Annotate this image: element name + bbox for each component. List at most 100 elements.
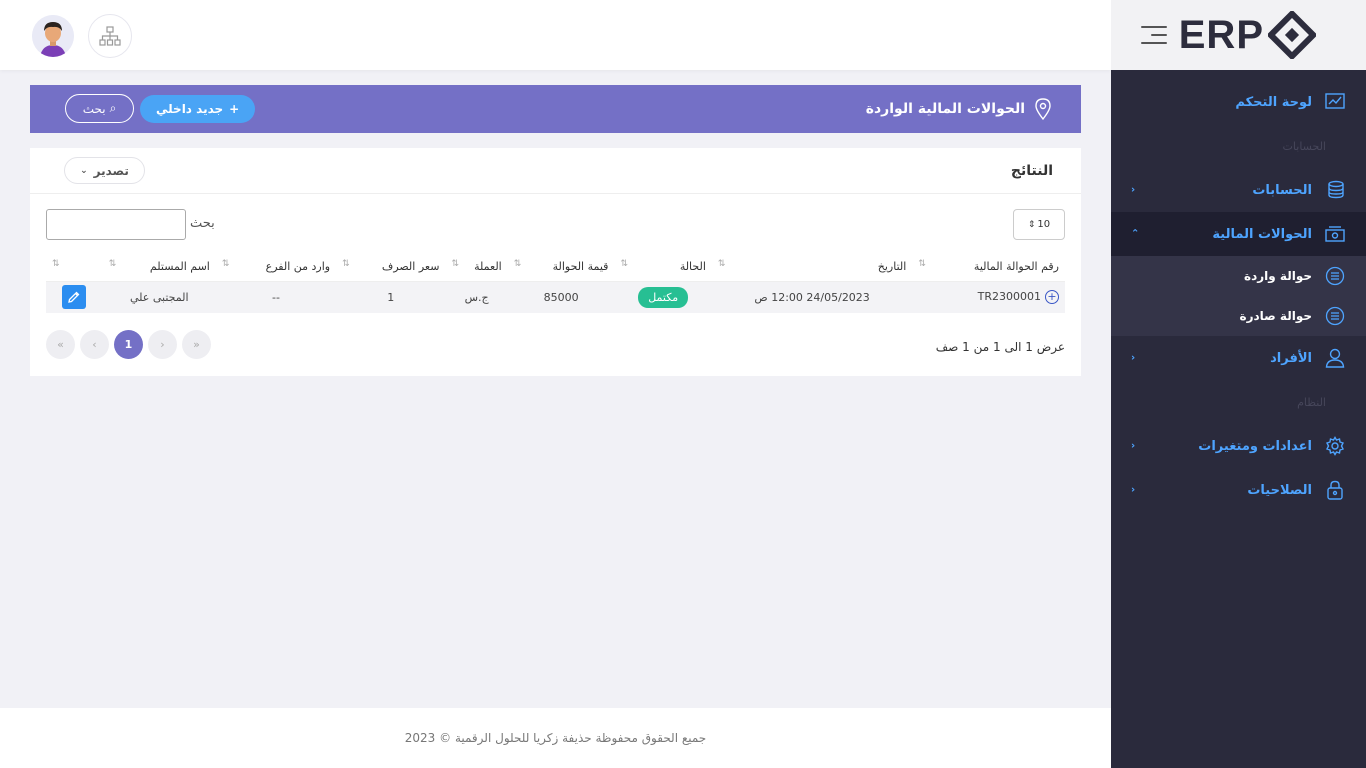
col-id[interactable]: رقم الحوالة المالية ⇅ [912,253,1065,282]
menu-toggle-icon[interactable] [1139,26,1167,46]
user-avatar[interactable] [32,15,74,57]
pagination: « ‹ 1 › » [46,330,211,359]
sort-icon: ⇅ [717,259,726,269]
org-chart-button[interactable] [88,14,132,58]
cell-receiver: المجتبى علي [102,281,216,313]
page-size-select[interactable]: ⇕ 10 [1013,209,1065,240]
gear-icon [1324,435,1346,457]
sidebar-subitem-outgoing[interactable]: حوالة صادرة [1111,296,1366,336]
sidebar-item-label: الأفراد [1270,350,1312,366]
sidebar-subitem-label: حوالة صادرة [1239,309,1313,323]
cell-id: +TR2300001 [912,281,1065,313]
edit-button[interactable] [62,285,87,310]
sort-icon: ⇅ [918,259,926,269]
cell-rate: 1 [336,281,446,313]
sidebar-item-label: الصلاحيات [1247,482,1312,498]
card-title: النتائج [1010,162,1053,179]
sidebar-item-transfers[interactable]: الحوالات المالية ⌃ [1111,212,1366,256]
sort-icon: ⇅ [451,259,459,269]
chart-icon [1324,91,1346,113]
table-search-input[interactable] [46,209,186,240]
brand-bar: ERP [1111,0,1366,70]
col-date[interactable]: التاريخ ⇅ [711,253,913,282]
cell-amount: 85000 [507,281,615,313]
col-actions[interactable]: ⇅ [46,253,103,282]
col-branch[interactable]: وارد من الفرع ⇅ [215,253,337,282]
section-system: النظام [1297,395,1326,409]
page-header: الحوالات المالية الواردة + جديد داخلي ⌕ … [30,85,1081,133]
top-header [0,0,1111,70]
page-size-value: 10 [1037,219,1051,230]
page-title: الحوالات المالية الواردة [865,101,1025,117]
new-internal-button[interactable]: + جديد داخلي [140,95,256,123]
sidebar-item-dashboard[interactable]: لوحة التحكم [1111,80,1366,124]
search-button-label: بحث [82,101,106,116]
col-status[interactable]: الحالة ⇅ [614,253,712,282]
sort-icon: ⇅ [52,259,60,269]
sitemap-icon [99,26,121,46]
export-button[interactable]: تصدير ⌄ [64,157,145,184]
sort-arrows-icon: ⇕ [1027,219,1036,230]
coins-icon [1324,179,1346,201]
chevron-down-icon: ⌄ [80,165,88,176]
sidebar-subitem-label: حوالة واردة [1244,269,1312,283]
next-page-button[interactable]: ‹ [80,330,109,359]
table-header-row: رقم الحوالة المالية ⇅ التاريخ ⇅ الحالة ⇅ قي… [46,253,1065,282]
prev-page-button[interactable]: › [148,330,177,359]
sort-icon: ⇅ [513,259,522,269]
sidebar-item-individuals[interactable]: الأفراد ‹ [1111,336,1366,380]
cell-date: 24/05/2023 12:00 ص [711,281,913,313]
sidebar-nav: لوحة التحكم الحسابات الحسابات ‹ الحوالات… [1111,70,1366,512]
new-button-label: جديد داخلي [156,102,224,116]
col-currency[interactable]: العملة ⇅ [445,253,508,282]
table-search-label: بحث [190,216,215,231]
section-accounts: الحسابات [1282,139,1326,153]
sidebar-item-permissions[interactable]: الصلاحيات ‹ [1111,468,1366,512]
expand-row-icon[interactable]: + [1045,290,1059,305]
sidebar-item-accounts[interactable]: الحسابات ‹ [1111,168,1366,212]
chevron-up-icon: ⌃ [1131,228,1140,240]
sidebar-item-label: لوحة التحكم [1235,94,1312,110]
user-icon [1324,347,1346,369]
money-icon [1324,223,1346,245]
col-amount[interactable]: قيمة الحوالة ⇅ [507,253,615,282]
footer: جميع الحقوق محفوظة حذيفة زكريا للحلول ال… [0,708,1111,768]
brand-name: ERP [1178,12,1264,57]
chevron-left-icon: ‹ [1131,440,1136,452]
table-row: +TR2300001 24/05/2023 12:00 ص مكتمل 8500… [46,281,1065,313]
sort-icon: ⇅ [620,259,628,269]
last-page-button[interactable]: « [46,330,75,359]
page-button[interactable]: 1 [114,330,143,359]
chevron-left-icon: ‹ [1131,484,1136,496]
sort-icon: ⇅ [221,259,230,269]
chevron-left-icon: ‹ [1131,352,1136,364]
table-info: عرض 1 الى 1 من 1 صف [935,340,1065,354]
col-rate[interactable]: سعر الصرف ⇅ [336,253,446,282]
export-label: تصدير [93,163,129,178]
brand-logo-icon [1266,9,1318,61]
transfers-table: رقم الحوالة المالية ⇅ التاريخ ⇅ الحالة ⇅ قي… [46,253,1065,313]
sidebar-subitem-incoming[interactable]: حوالة واردة [1111,256,1366,296]
copyright-text: جميع الحقوق محفوظة حذيفة زكريا للحلول ال… [404,731,707,745]
edit-icon [68,291,80,304]
plus-icon: + [229,102,240,116]
transfers-submenu: حوالة واردة حوالة صادرة [1111,256,1366,336]
col-receiver[interactable]: اسم المستلم ⇅ [102,253,216,282]
search-button[interactable]: ⌕ بحث [65,94,134,123]
cell-status: مكتمل [614,281,712,313]
cell-actions [46,281,103,313]
sidebar-item-settings[interactable]: اعدادات ومتغيرات ‹ [1111,424,1366,468]
sidebar: ERP لوحة التحكم الحسابات الحسابات ‹ الحو… [1111,0,1366,768]
results-card: النتائج تصدير ⌄ ⇕ 10 بحث رقم الحوالة الم… [30,148,1081,376]
first-page-button[interactable]: » [182,330,211,359]
status-badge: مكتمل [638,286,689,308]
search-icon: ⌕ [109,101,117,115]
sidebar-item-label: الحوالات المالية [1212,226,1312,242]
list-circle-icon [1324,265,1346,287]
sidebar-item-label: الحسابات [1252,182,1312,198]
sort-icon: ⇅ [342,259,350,269]
sort-icon: ⇅ [108,259,117,269]
lock-icon [1324,479,1346,501]
sidebar-item-label: اعدادات ومتغيرات [1198,438,1312,454]
card-header: النتائج تصدير ⌄ [30,148,1081,194]
